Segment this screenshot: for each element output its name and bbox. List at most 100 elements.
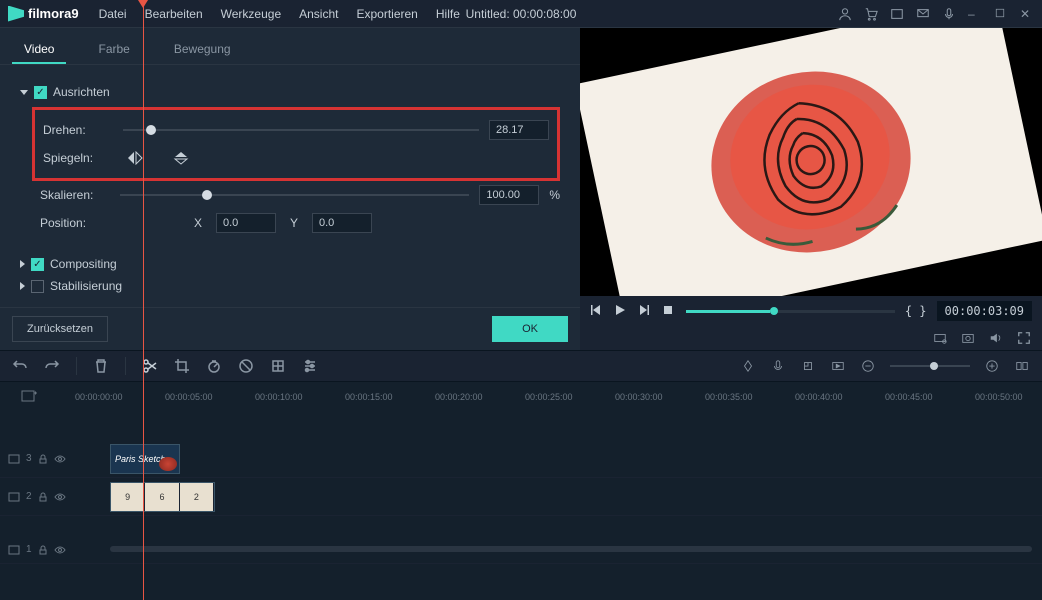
app-name: filmora9	[28, 6, 79, 21]
drehen-input[interactable]	[489, 120, 549, 140]
reset-button[interactable]: Zurücksetzen	[12, 316, 108, 342]
menu-help[interactable]: Hilfe	[436, 7, 460, 21]
section-compositing[interactable]: ✓ Compositing	[20, 257, 560, 271]
app-logo: filmora9	[8, 6, 79, 22]
ruler-mark: 00:00:40:00	[795, 392, 843, 402]
close-icon[interactable]: ✕	[1020, 7, 1034, 21]
position-x-input[interactable]	[216, 213, 276, 233]
track-header: 1	[0, 536, 75, 563]
document-title: Untitled: 00:00:08:00	[466, 7, 577, 21]
folder-icon[interactable]	[890, 7, 904, 21]
section-stabilisierung[interactable]: Stabilisierung	[20, 279, 560, 293]
crop-icon[interactable]	[174, 358, 190, 374]
marker-icon[interactable]	[800, 358, 816, 374]
prev-frame-icon[interactable]	[590, 304, 604, 318]
position-y-input[interactable]	[312, 213, 372, 233]
chevron-down-icon	[20, 90, 28, 95]
delete-icon[interactable]	[93, 358, 109, 374]
snapshot-icon[interactable]	[960, 330, 976, 346]
skalieren-input[interactable]	[479, 185, 539, 205]
stop-icon[interactable]	[662, 304, 676, 318]
user-icon[interactable]	[838, 7, 852, 21]
preview-progress[interactable]	[686, 310, 895, 313]
lock-icon[interactable]	[38, 492, 48, 502]
speed-icon[interactable]	[206, 358, 222, 374]
property-tabs: Video Farbe Bewegung	[0, 28, 580, 65]
zoom-fit-icon[interactable]	[1014, 358, 1030, 374]
clip-countdown[interactable]: 9 6 2	[110, 482, 215, 512]
highlight-box: Drehen: Spiegeln:	[32, 107, 560, 181]
ruler-mark: 00:00:05:00	[165, 392, 213, 402]
fullscreen-icon[interactable]	[1016, 330, 1032, 346]
track-1: 1	[0, 536, 1042, 564]
menu-export[interactable]: Exportieren	[356, 7, 417, 21]
add-media-icon[interactable]	[20, 389, 38, 405]
ruler-mark: 00:00:25:00	[525, 392, 573, 402]
split-icon[interactable]	[142, 358, 158, 374]
volume-icon[interactable]	[988, 330, 1004, 346]
titlebar: filmora9 Datei Bearbeiten Werkzeuge Ansi…	[0, 0, 1042, 28]
maximize-icon[interactable]	[994, 7, 1008, 21]
track-2: 2 9 6 2	[0, 478, 1042, 516]
timeline-scrollbar[interactable]	[110, 546, 1032, 552]
stabilisierung-label: Stabilisierung	[50, 279, 122, 293]
skalieren-unit: %	[549, 188, 560, 202]
tab-motion[interactable]: Bewegung	[162, 36, 243, 64]
flip-vertical-icon[interactable]	[169, 148, 193, 168]
render-icon[interactable]	[830, 358, 846, 374]
mixer-icon[interactable]	[740, 358, 756, 374]
next-frame-icon[interactable]	[638, 304, 652, 318]
zoom-in-icon[interactable]	[984, 358, 1000, 374]
play-icon[interactable]	[614, 304, 628, 318]
skalieren-slider[interactable]	[120, 194, 469, 196]
color-icon[interactable]	[238, 358, 254, 374]
chevron-right-icon	[20, 282, 25, 290]
video-track-icon	[8, 492, 20, 502]
lock-icon[interactable]	[38, 545, 48, 555]
eye-icon[interactable]	[54, 546, 66, 554]
zoom-slider[interactable]	[890, 365, 970, 367]
minimize-icon[interactable]: –	[968, 7, 982, 21]
ausrichten-label: Ausrichten	[53, 85, 110, 99]
ausrichten-checkbox[interactable]: ✓	[34, 86, 47, 99]
menu-edit[interactable]: Bearbeiten	[145, 7, 203, 21]
preview-panel: { } 00:00:03:09	[580, 28, 1042, 350]
ruler-mark: 00:00:30:00	[615, 392, 663, 402]
timeline-ruler[interactable]: 00:00:00:00 00:00:05:00 00:00:10:00 00:0…	[0, 382, 1042, 412]
eye-icon[interactable]	[54, 493, 66, 501]
adjust-icon[interactable]	[302, 358, 318, 374]
undo-icon[interactable]	[12, 358, 28, 374]
settings-icon[interactable]	[932, 330, 948, 346]
menu-tools[interactable]: Werkzeuge	[221, 7, 281, 21]
redo-icon[interactable]	[44, 358, 60, 374]
lock-icon[interactable]	[38, 454, 48, 464]
ok-button[interactable]: OK	[492, 316, 568, 342]
tab-color[interactable]: Farbe	[86, 36, 141, 64]
green-screen-icon[interactable]	[270, 358, 286, 374]
loop-indicator[interactable]: { }	[905, 304, 927, 318]
message-icon[interactable]	[916, 7, 930, 21]
compositing-checkbox[interactable]: ✓	[31, 258, 44, 271]
preview-video[interactable]	[580, 28, 1042, 296]
y-label: Y	[286, 216, 302, 230]
tab-video[interactable]: Video	[12, 36, 66, 64]
drehen-slider[interactable]	[123, 129, 479, 131]
playhead[interactable]	[143, 382, 144, 600]
compositing-label: Compositing	[50, 257, 117, 271]
mic-icon[interactable]	[942, 7, 956, 21]
clip-paris-sketch[interactable]: Paris Sketch	[110, 444, 180, 474]
track-header: 3	[0, 440, 75, 477]
ruler-mark: 00:00:00:00	[75, 392, 123, 402]
eye-icon[interactable]	[54, 455, 66, 463]
menu-file[interactable]: Datei	[99, 7, 127, 21]
zoom-out-icon[interactable]	[860, 358, 876, 374]
voiceover-icon[interactable]	[770, 358, 786, 374]
ruler-mark: 00:00:15:00	[345, 392, 393, 402]
menu-view[interactable]: Ansicht	[299, 7, 338, 21]
ruler-mark: 00:00:45:00	[885, 392, 933, 402]
ruler-mark: 00:00:20:00	[435, 392, 483, 402]
section-ausrichten[interactable]: ✓ Ausrichten	[20, 85, 560, 99]
track-3: 3 Paris Sketch	[0, 440, 1042, 478]
stabilisierung-checkbox[interactable]	[31, 280, 44, 293]
cart-icon[interactable]	[864, 7, 878, 21]
